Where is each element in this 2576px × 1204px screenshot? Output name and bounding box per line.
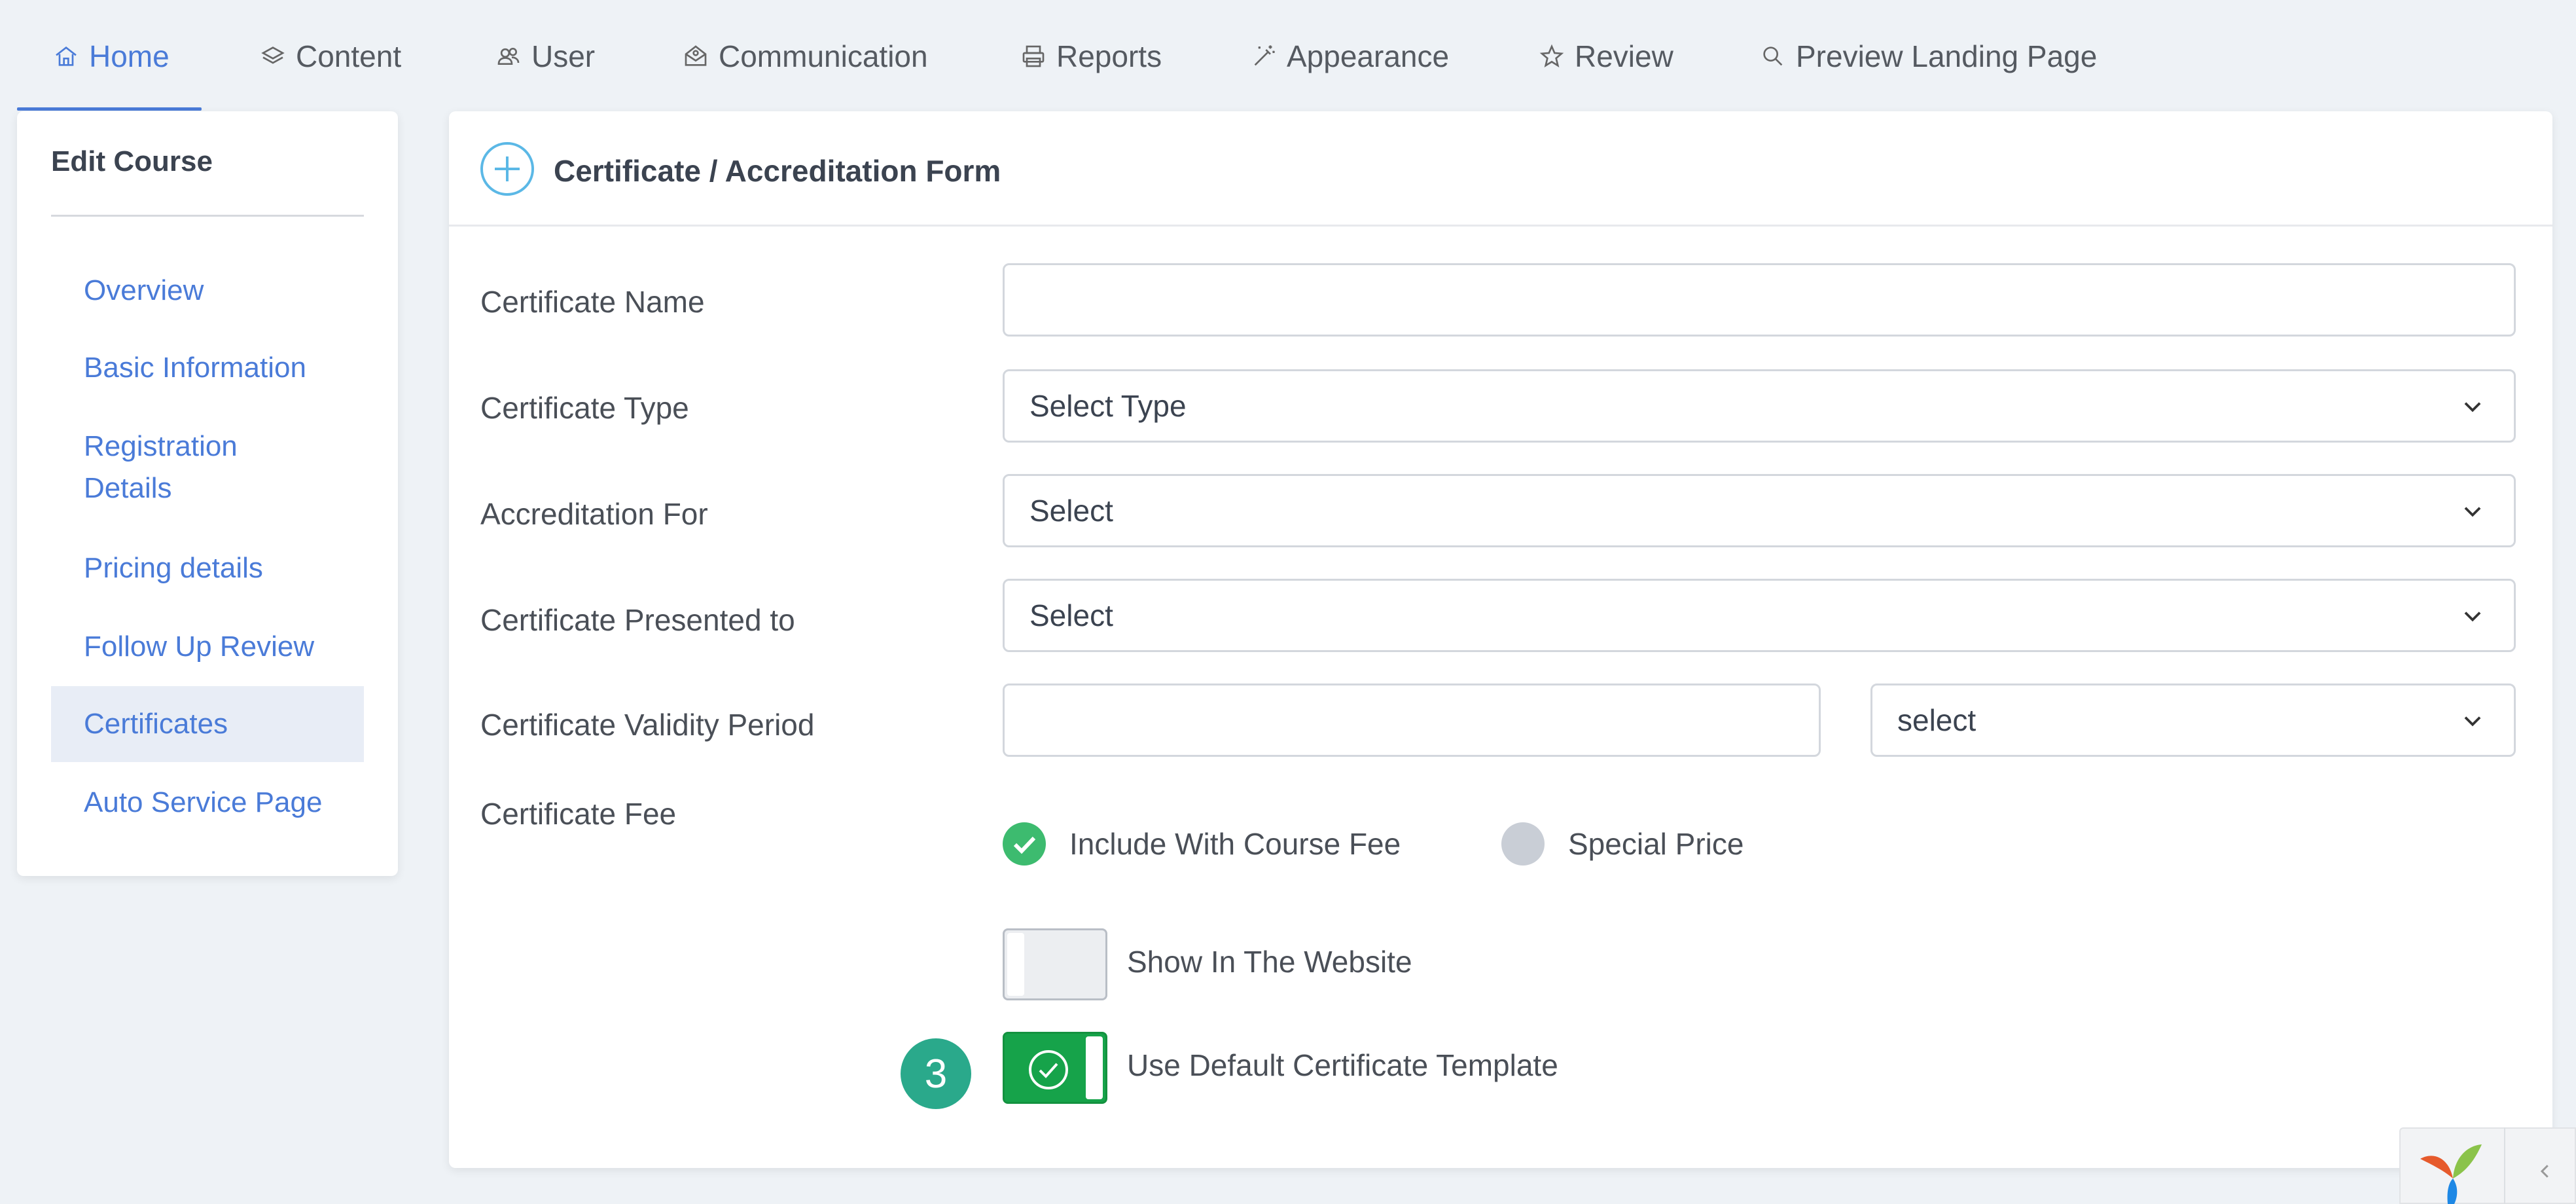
presented-to-select[interactable]: Select	[1003, 579, 2516, 652]
accreditation-for-value: Select	[1029, 494, 1113, 528]
validity-period-input[interactable]	[1003, 684, 1821, 757]
tab-content[interactable]: Content	[258, 31, 401, 81]
chevron-down-icon	[2464, 716, 2481, 727]
certificate-name-label: Certificate Name	[480, 285, 705, 319]
sidebar-item-follow-up-review[interactable]: Follow Up Review	[51, 626, 364, 668]
certificate-name-input[interactable]	[1003, 263, 2516, 337]
use-default-template-label: Use Default Certificate Template	[1127, 1048, 1558, 1082]
chevron-down-icon	[2464, 507, 2481, 517]
tab-reports[interactable]: Reports	[1018, 31, 1162, 81]
tab-review-label: Review	[1575, 39, 1673, 73]
check-circle-icon	[1029, 1050, 1068, 1089]
tab-content-label: Content	[296, 39, 402, 73]
show-in-website-label: Show In The Website	[1127, 945, 1412, 979]
validity-unit-value: select	[1897, 703, 1977, 737]
step-badge: 3	[901, 1038, 971, 1109]
tab-user-label: User	[531, 39, 596, 73]
debug-toolbar-divider	[2504, 1127, 2505, 1204]
chevron-down-icon	[2464, 611, 2481, 622]
show-in-website-toggle[interactable]	[1003, 928, 1107, 1000]
tab-home-label: Home	[89, 39, 170, 73]
envelope-open-icon	[681, 41, 711, 71]
accreditation-for-select[interactable]: Select	[1003, 474, 2516, 547]
tab-appearance[interactable]: Appearance	[1249, 31, 1449, 81]
accreditation-for-label: Accreditation For	[480, 497, 708, 531]
certificate-fee-label: Certificate Fee	[480, 797, 677, 831]
search-icon	[1758, 41, 1788, 71]
home-icon	[51, 41, 81, 71]
users-icon	[493, 41, 524, 71]
validity-period-label: Certificate Validity Period	[480, 708, 815, 742]
chevron-down-icon	[2464, 402, 2481, 412]
tab-communication[interactable]: Communication	[681, 31, 928, 81]
sidebar-item-auto-service-page[interactable]: Auto Service Page	[51, 782, 364, 824]
form-title: Certificate / Accreditation Form	[554, 154, 1001, 188]
magic-wand-icon	[1249, 41, 1279, 71]
certificate-type-label: Certificate Type	[480, 391, 689, 425]
tab-review[interactable]: Review	[1537, 31, 1673, 81]
include-with-course-fee-radio[interactable]	[1003, 822, 1046, 866]
sidebar-item-overview[interactable]: Overview	[51, 270, 364, 312]
sidebar-item-basic-information[interactable]: Basic Information	[51, 347, 364, 389]
tab-preview-label: Preview Landing Page	[1796, 39, 2098, 73]
tab-preview-landing-page[interactable]: Preview Landing Page	[1758, 31, 2097, 81]
use-default-template-toggle[interactable]	[1003, 1032, 1107, 1104]
presented-to-value: Select	[1029, 598, 1113, 632]
active-tab-indicator	[17, 107, 202, 111]
sidebar-item-registration-line2: Details	[84, 472, 172, 504]
validity-unit-select[interactable]: select	[1870, 684, 2516, 757]
presented-to-label: Certificate Presented to	[480, 603, 795, 637]
add-circle-icon	[480, 142, 534, 196]
sidebar-item-registration-line1: Registration	[84, 430, 238, 462]
include-with-course-fee-label: Include With Course Fee	[1069, 827, 1401, 861]
sidebar-item-registration-details[interactable]: Registration Details	[51, 426, 364, 509]
special-price-label: Special Price	[1568, 827, 1744, 861]
layers-icon	[258, 41, 288, 71]
star-icon	[1537, 41, 1567, 71]
tab-reports-label: Reports	[1056, 39, 1162, 73]
certificate-type-select[interactable]: Select Type	[1003, 369, 2516, 443]
certificate-type-value: Select Type	[1029, 389, 1187, 423]
sidebar-item-certificates[interactable]: Certificates	[51, 686, 364, 762]
tab-appearance-label: Appearance	[1287, 39, 1450, 73]
tab-user[interactable]: User	[493, 31, 595, 81]
top-navigation: Home Content User Communication Reports …	[0, 0, 2576, 111]
yii-logo-icon[interactable]	[2415, 1139, 2487, 1204]
check-icon	[1013, 836, 1036, 854]
sidebar-title: Edit Course	[51, 145, 213, 177]
chevron-left-icon[interactable]	[2535, 1161, 2555, 1181]
special-price-radio[interactable]	[1501, 822, 1545, 866]
sidebar-item-pricing-details[interactable]: Pricing details	[51, 547, 364, 589]
printer-icon	[1018, 41, 1048, 71]
tab-home[interactable]: Home	[51, 31, 170, 81]
tab-communication-label: Communication	[719, 39, 928, 73]
sidebar-divider	[51, 215, 364, 217]
